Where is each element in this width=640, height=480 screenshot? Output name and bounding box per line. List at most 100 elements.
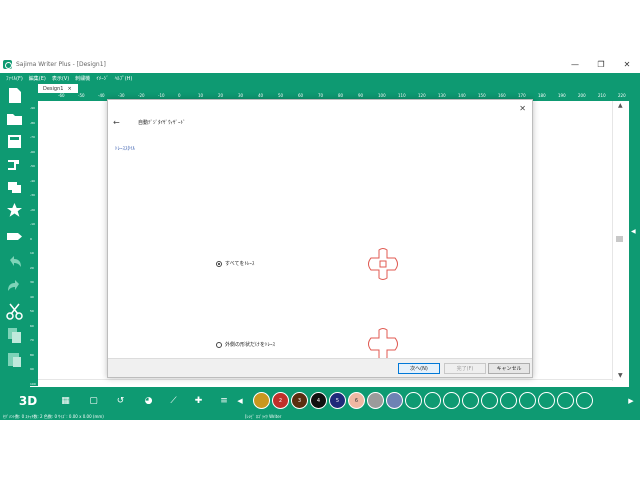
- new-file-icon[interactable]: [6, 87, 23, 104]
- thread-color-swatch[interactable]: 8: [386, 392, 403, 409]
- ruler-left-tick: 10: [30, 251, 34, 255]
- back-arrow-icon[interactable]: ←: [113, 118, 120, 127]
- view-3d-button[interactable]: 3D: [18, 392, 38, 409]
- ruler-left-tick: 80: [30, 352, 34, 357]
- frame-icon[interactable]: ▢: [85, 392, 102, 409]
- colors-next-icon[interactable]: ▶: [626, 392, 636, 409]
- ruler-top-tick: 90: [358, 93, 364, 98]
- option-trace-outline[interactable]: 外側の形状だけをﾄﾚｰｽ: [216, 341, 275, 348]
- empty-thread-slot[interactable]: [519, 392, 536, 409]
- ruler-top-tick: 10: [198, 93, 204, 98]
- restore-button[interactable]: ❐: [588, 56, 614, 73]
- transfer-icon[interactable]: [6, 228, 23, 245]
- trace-icon[interactable]: ⟋: [165, 392, 182, 409]
- ruler-top-tick: -60: [58, 93, 65, 98]
- next-button[interactable]: 次へ(N): [398, 363, 440, 374]
- ruler-left-tick: -10: [30, 222, 35, 226]
- thread-color-swatch[interactable]: 6: [348, 392, 365, 409]
- ruler-top-tick: 0: [178, 93, 181, 98]
- fit-icon[interactable]: ↺: [112, 392, 129, 409]
- window-controls: — ❐ ✕: [562, 56, 640, 73]
- ruler-left-tick: -30: [30, 193, 35, 197]
- preview-trace-outline-icon: [368, 328, 398, 360]
- grid-icon[interactable]: ▦: [57, 392, 74, 409]
- scroll-thumb[interactable]: [616, 236, 623, 242]
- status-info: ｾｸﾞﾒﾝﾄ数: 0 ｽﾃｯﾁ数: 2 色数: 0 ｻｲｽﾞ: 0.00 x 0…: [3, 414, 104, 419]
- tab-design1[interactable]: Design1 ×: [38, 84, 78, 93]
- ruler-left-tick: -60: [30, 149, 35, 154]
- ruler-left-tick: -90: [30, 106, 35, 110]
- right-panel-toggle[interactable]: ◀: [629, 93, 640, 387]
- thread-color-swatch[interactable]: 4: [310, 392, 327, 409]
- send-icon[interactable]: [6, 179, 23, 196]
- ruler-top-tick: 40: [258, 93, 264, 98]
- status-bar: ｾｸﾞﾒﾝﾄ数: 0 ｽﾃｯﾁ数: 2 色数: 0 ｻｲｽﾞ: 0.00 x 0…: [0, 414, 640, 420]
- empty-thread-slot[interactable]: [538, 392, 555, 409]
- minimize-button[interactable]: —: [562, 56, 588, 73]
- scroll-down-icon[interactable]: ▼: [618, 372, 623, 379]
- copy-icon[interactable]: [6, 327, 23, 344]
- ruler-top-tick: 80: [338, 93, 344, 98]
- thread-color-swatch[interactable]: 1: [253, 392, 270, 409]
- empty-thread-slot[interactable]: [424, 392, 441, 409]
- ruler-top-tick: 210: [598, 93, 606, 98]
- thread-color-swatch[interactable]: 5: [329, 392, 346, 409]
- thread-color-swatch[interactable]: 7: [367, 392, 384, 409]
- empty-thread-slot[interactable]: [462, 392, 479, 409]
- ruler-top-tick: 20: [218, 93, 224, 98]
- menu-image[interactable]: ｲﾒｰｼﾞ: [96, 75, 109, 82]
- save-icon[interactable]: [6, 133, 23, 150]
- color-list-icon[interactable]: ≡: [217, 392, 231, 409]
- app-logo-icon: [3, 60, 12, 69]
- dialog-title: 自動ﾃﾞｼﾞﾀｲｻﾞｳｨｻﾞｰﾄﾞ: [138, 120, 186, 126]
- redo-icon[interactable]: [6, 278, 23, 295]
- scroll-up-icon[interactable]: ▲: [618, 102, 623, 109]
- status-mode: [ﾚｼﾋﾟ ﾛｺﾞﾗｲｸ Writer: [245, 414, 282, 419]
- horizontal-scrollbar[interactable]: [38, 379, 612, 387]
- sew-machine-icon[interactable]: [6, 156, 23, 173]
- colors-prev-icon[interactable]: ◀: [235, 392, 245, 409]
- ruler-left-tick: -80: [30, 120, 35, 125]
- empty-thread-slot[interactable]: [405, 392, 422, 409]
- menu-view[interactable]: 表示(V): [52, 75, 69, 82]
- radio-trace-outline[interactable]: [216, 341, 222, 348]
- bottom-toolbar: 3D ▦ ▢ ↺ ◕ ⟋ ✚ ≡ ◀ 12345678 ▶: [0, 387, 640, 414]
- dialog-close-button[interactable]: ✕: [519, 104, 526, 113]
- option-trace-all[interactable]: すべてをﾄﾚｰｽ: [216, 260, 254, 267]
- close-window-button[interactable]: ✕: [614, 56, 640, 73]
- ruler-top-tick: 150: [478, 93, 486, 98]
- ruler-left-tick: 100: [30, 381, 36, 386]
- empty-thread-slot[interactable]: [481, 392, 498, 409]
- menu-machine[interactable]: 刺繍機: [75, 75, 90, 82]
- menu-file[interactable]: ﾌｧｲﾙ(F): [6, 75, 23, 82]
- collapse-arrow-icon[interactable]: ◀: [631, 228, 636, 235]
- stitch-icon[interactable]: ◕: [140, 392, 157, 409]
- star-icon[interactable]: [6, 202, 23, 219]
- ruler-top-tick: -50: [78, 93, 85, 98]
- puzzle-icon[interactable]: ✚: [190, 392, 207, 409]
- empty-thread-slot[interactable]: [500, 392, 517, 409]
- empty-thread-slot[interactable]: [443, 392, 460, 409]
- ruler-top-tick: 60: [298, 93, 304, 98]
- menu-help[interactable]: ﾍﾙﾌﾟ(H): [115, 75, 133, 82]
- empty-thread-slot[interactable]: [557, 392, 574, 409]
- empty-thread-slot[interactable]: [576, 392, 593, 409]
- ruler-left-tick: 30: [30, 280, 34, 284]
- paste-icon[interactable]: [6, 351, 23, 368]
- radio-trace-all[interactable]: [216, 260, 222, 267]
- menu-edit[interactable]: 編集(E): [29, 75, 46, 82]
- thread-color-swatch[interactable]: 2: [272, 392, 289, 409]
- tab-label: Design1: [43, 85, 64, 92]
- cancel-button[interactable]: キャンセル: [488, 363, 530, 374]
- preview-trace-all-icon: [368, 248, 398, 280]
- undo-icon[interactable]: [6, 254, 23, 271]
- thread-color-swatch[interactable]: 3: [291, 392, 308, 409]
- finish-button[interactable]: 完了(F): [444, 363, 486, 374]
- close-tab-icon[interactable]: ×: [67, 86, 71, 92]
- ruler-top-tick: 160: [498, 93, 506, 98]
- document-tabs: Design1 ×: [30, 83, 640, 93]
- cut-icon[interactable]: [6, 303, 23, 320]
- open-folder-icon[interactable]: [6, 110, 23, 127]
- ruler-top-tick: 70: [318, 93, 324, 98]
- vertical-scrollbar[interactable]: ▲ ▼: [612, 101, 629, 381]
